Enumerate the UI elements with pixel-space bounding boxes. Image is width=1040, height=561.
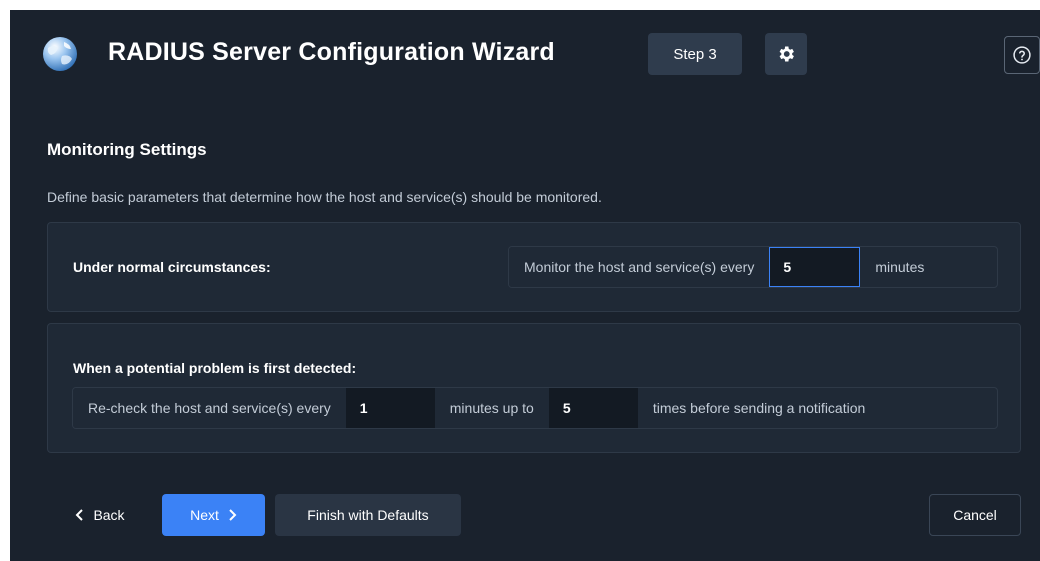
max-attempts-suffix: times before sending a notification — [637, 388, 881, 428]
back-button[interactable]: Back — [60, 494, 140, 536]
check-interval-group: Monitor the host and service(s) every mi… — [508, 246, 998, 288]
finish-defaults-button[interactable]: Finish with Defaults — [275, 494, 461, 536]
retry-interval-input[interactable] — [345, 388, 435, 428]
wizard-window: RADIUS Server Configuration Wizard Step … — [10, 10, 1040, 561]
globe-icon — [42, 36, 78, 72]
gear-icon — [779, 46, 794, 62]
help-circle-icon — [1013, 46, 1031, 64]
next-label: Next — [190, 507, 219, 523]
back-label: Back — [93, 507, 125, 523]
max-attempts-input[interactable] — [548, 388, 638, 428]
help-button[interactable] — [1004, 36, 1040, 74]
wizard-header: RADIUS Server Configuration Wizard Step … — [10, 10, 1040, 100]
check-interval-suffix: minutes — [860, 247, 940, 287]
problem-check-label: When a potential problem is first detect… — [73, 360, 357, 376]
cancel-button[interactable]: Cancel — [929, 494, 1021, 536]
section-title: Monitoring Settings — [47, 140, 207, 159]
problem-check-panel: When a potential problem is first detect… — [47, 323, 1021, 453]
section-description: Define basic parameters that determine h… — [47, 189, 602, 205]
step-badge: Step 3 — [648, 33, 742, 75]
page-title: RADIUS Server Configuration Wizard — [108, 38, 555, 66]
retry-interval-middle: minutes up to — [434, 388, 549, 428]
chevron-right-icon — [229, 509, 237, 521]
retry-interval-prefix: Re-check the host and service(s) every — [73, 388, 346, 428]
normal-check-panel: Under normal circumstances: Monitor the … — [47, 222, 1021, 312]
normal-check-label: Under normal circumstances: — [73, 259, 271, 275]
check-interval-prefix: Monitor the host and service(s) every — [509, 247, 770, 287]
settings-button[interactable] — [765, 33, 807, 75]
retry-group: Re-check the host and service(s) every m… — [72, 387, 998, 429]
chevron-left-icon — [76, 509, 84, 521]
next-button[interactable]: Next — [162, 494, 265, 536]
check-interval-input[interactable] — [769, 247, 861, 287]
